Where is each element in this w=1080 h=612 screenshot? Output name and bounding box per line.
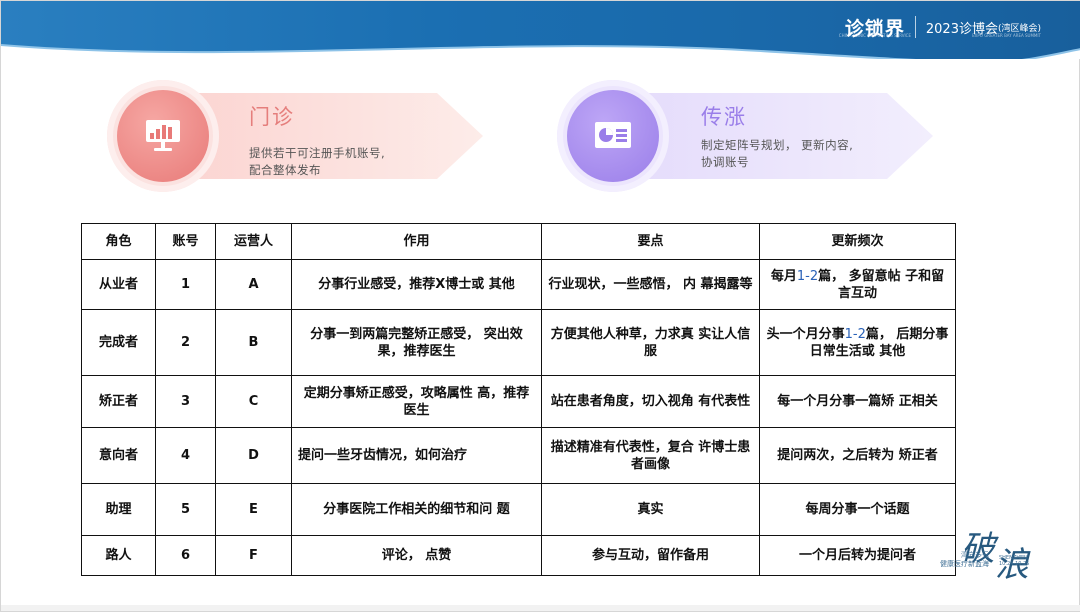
monitor-chart-icon <box>146 120 180 151</box>
feature-title: 门诊 <box>249 105 295 129</box>
cell-operator: D <box>215 427 292 484</box>
cell-purpose: 评论， 点赞 <box>291 535 542 576</box>
header-cell-account: 账号 <box>155 223 216 260</box>
feature-description: 制定矩阵号规划， 更新内容, 协调账号 <box>701 137 853 171</box>
table-row: 助理 5 E 分事医院工作相关的细节和问 题 真实 每周分事一个话题 <box>81 483 956 536</box>
cell-purpose: 分事医院工作相关的细节和问 题 <box>291 483 542 536</box>
cell-account: 3 <box>155 375 216 428</box>
cell-key-points: 描述精准有代表性，复合 许博士患者画像 <box>541 427 760 484</box>
header-cell-frequency: 更新频次 <box>759 223 956 260</box>
table-row: 意向者 4 D 提问一些牙齿情况，如何治疗 描述精准有代表性，复合 许博士患者画… <box>81 427 956 484</box>
brand-tagline: CHINA CLINIC SUPPORTING SERVICE <box>838 33 911 38</box>
cell-role: 助理 <box>81 483 156 536</box>
cell-frequency: 提问两次，之后转为 矫正者 <box>759 427 956 484</box>
frequency-suffix: 篇， 多留意帖 子和留言互动 <box>818 268 945 301</box>
header-cell-operator: 运营人 <box>215 223 292 260</box>
cell-account: 5 <box>155 483 216 536</box>
frequency-prefix: 每月 <box>770 268 797 284</box>
slogan-subtext: 湾向多元 健康医疗新蓝海 <box>903 551 989 569</box>
header-cell-key-points: 要点 <box>541 223 760 260</box>
frequency-prefix: 头一个月分事 <box>766 326 845 342</box>
cell-frequency: 头一个月分事1-2篇， 后期分事日常生活或 其他 <box>759 309 956 376</box>
feature-card-clinic: 门诊 提供若干可注册手机账号, 配合整体发布 <box>107 79 487 193</box>
cell-role: 路人 <box>81 535 156 576</box>
table-row: 矫正者 3 C 定期分事矫正感受，攻略属性 高，推荐医生 站在患者角度，切入视角… <box>81 375 956 428</box>
cell-operator: F <box>215 535 292 576</box>
slogan-line-2: 健康医疗新蓝海 <box>940 560 989 568</box>
frequency-number: 1-2 <box>844 326 866 342</box>
cell-operator: B <box>215 309 292 376</box>
footer-strip <box>1 605 1080 611</box>
slogan-line-1: 湾向多元 <box>961 551 989 559</box>
cell-purpose: 分事一到两篇完整矫正感受， 突出效果，推荐医生 <box>291 309 542 376</box>
brand-tagline-2: EXPO GREATER BAY AREA SUMMIT <box>972 33 1041 38</box>
cell-account: 4 <box>155 427 216 484</box>
header-cell-role: 角色 <box>81 223 156 260</box>
cell-operator: C <box>215 375 292 428</box>
slide: 诊锁界 2023诊博会 (湾区峰会) CHINA CLINIC SUPPORTI… <box>0 0 1080 612</box>
table-row: 路人 6 F 评论， 点赞 参与互动，留作备用 一个月后转为提问者 <box>81 535 956 576</box>
feature-description-line-1: 提供若干可注册手机账号, <box>249 146 386 160</box>
feature-description-line-2: 协调账号 <box>701 155 749 169</box>
feature-description-line-1: 制定矩阵号规划， 更新内容, <box>701 138 854 152</box>
cell-key-points: 参与互动，留作备用 <box>541 535 760 576</box>
brand-lockup: 诊锁界 2023诊博会 (湾区峰会) <box>845 11 1041 43</box>
cell-role: 从业者 <box>81 259 156 310</box>
feature-icon-circle <box>557 80 669 192</box>
header-band: 诊锁界 2023诊博会 (湾区峰会) CHINA CLINIC SUPPORTI… <box>1 1 1080 59</box>
event-subtitle: (湾区峰会) <box>997 23 1041 34</box>
feature-description-line-2: 配合整体发布 <box>249 163 321 177</box>
slogan-date: 10.24-10.25 <box>999 561 1030 567</box>
cell-frequency: 每一个月分事一篇矫 正相关 <box>759 375 956 428</box>
header-cell-purpose: 作用 <box>291 223 542 260</box>
cell-purpose: 定期分事矫正感受，攻略属性 高，推荐医生 <box>291 375 542 428</box>
cell-key-points: 行业现状，一些感悟， 内 幕揭露等 <box>541 259 760 310</box>
feature-title: 传涨 <box>701 105 747 129</box>
cell-key-points: 真实 <box>541 483 760 536</box>
event-slogan-decoration: 破 浪 湾向多元 健康医疗新蓝海 SHENZHEN 10.24-10.25 <box>903 521 1033 585</box>
cell-purpose: 提问一些牙齿情况，如何治疗 <box>291 427 542 484</box>
feature-card-spread: 传涨 制定矩阵号规划， 更新内容, 协调账号 <box>557 79 937 193</box>
cell-role: 意向者 <box>81 427 156 484</box>
slogan-location: SHENZHEN 10.24-10.25 <box>999 555 1029 567</box>
cell-purpose: 分事行业感受，推荐X博士或 其他 <box>291 259 542 310</box>
cell-account: 2 <box>155 309 216 376</box>
cell-account: 6 <box>155 535 216 576</box>
feature-description: 提供若干可注册手机账号, 配合整体发布 <box>249 145 385 179</box>
table-row: 从业者 1 A 分事行业感受，推荐X博士或 其他 行业现状，一些感悟， 内 幕揭… <box>81 259 956 310</box>
cell-role: 完成者 <box>81 309 156 376</box>
cell-account: 1 <box>155 259 216 310</box>
cell-operator: E <box>215 483 292 536</box>
table-header-row: 角色 账号 运营人 作用 要点 更新频次 <box>81 223 956 260</box>
cell-role: 矫正者 <box>81 375 156 428</box>
cell-key-points: 方便其他人种草，力求真 实让人信服 <box>541 309 760 376</box>
presentation-icon <box>595 122 631 148</box>
feature-icon-circle <box>107 80 219 192</box>
cell-operator: A <box>215 259 292 310</box>
table-row: 完成者 2 B 分事一到两篇完整矫正感受， 突出效果，推荐医生 方便其他人种草，… <box>81 309 956 376</box>
roles-table: 角色 账号 运营人 作用 要点 更新频次 从业者 1 A 分事行业感受，推荐X博… <box>81 223 956 576</box>
cell-key-points: 站在患者角度，切入视角 有代表性 <box>541 375 760 428</box>
brand-divider <box>914 16 916 38</box>
cell-frequency: 每月1-2篇， 多留意帖 子和留言互动 <box>759 259 956 310</box>
frequency-number: 1-2 <box>796 268 819 284</box>
